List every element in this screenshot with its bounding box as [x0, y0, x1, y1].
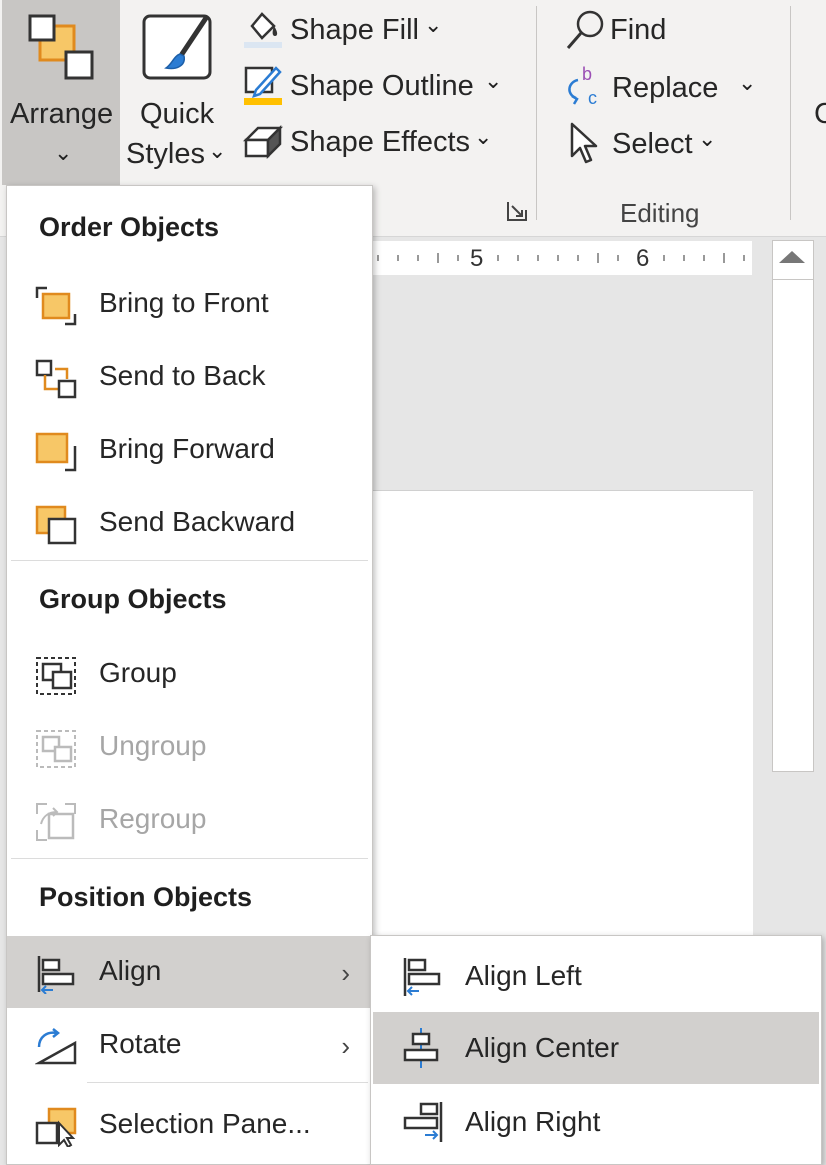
find-button[interactable]: Find	[560, 6, 700, 56]
align-left-item[interactable]: Align Left	[373, 940, 819, 1012]
ruler-ticks	[377, 253, 745, 263]
position-objects-header: Position Objects	[39, 882, 253, 912]
quick-styles-label-2: Styles	[126, 138, 205, 170]
align-left-label: Align Left	[465, 960, 582, 991]
arrange-menu: Order Objects Bring to Front Send to Bac…	[6, 185, 373, 1165]
replace-label: Replace	[612, 72, 719, 104]
cursor-arrow-icon	[570, 122, 598, 164]
align-center-label: Align Center	[465, 1032, 620, 1063]
align-left-icon	[403, 958, 441, 996]
bring-forward-item[interactable]: Bring Forward	[7, 414, 372, 486]
arrange-button[interactable]: Arrange ⌄	[2, 0, 120, 185]
bring-to-front-label: Bring to Front	[99, 287, 269, 318]
shape-effects-label: Shape Effects	[290, 126, 471, 158]
regroup-label: Regroup	[99, 803, 207, 834]
align-center-item[interactable]: Align Center	[373, 1012, 819, 1084]
group-item[interactable]: Group	[7, 638, 372, 710]
editing-group-label: Editing	[620, 198, 700, 228]
selection-pane-item[interactable]: Selection Pane...	[7, 1089, 372, 1161]
bring-to-front-icon	[35, 286, 77, 326]
quick-styles-icon	[142, 14, 212, 80]
send-to-back-icon	[35, 359, 77, 399]
cut-off-label: C	[814, 98, 826, 130]
shape-effects-icon	[242, 124, 284, 160]
chevron-right-icon: ›	[341, 958, 350, 988]
send-to-back-label: Send to Back	[99, 360, 266, 391]
arrange-label: Arrange	[10, 98, 114, 130]
regroup-icon	[36, 803, 76, 841]
group-icon	[36, 657, 76, 695]
shape-effects-button[interactable]: Shape Effects ⌄	[240, 120, 500, 168]
ruler-tick-label: 6	[636, 245, 650, 272]
group-divider	[790, 6, 791, 220]
align-right-item[interactable]: Align Right	[373, 1086, 819, 1158]
search-icon	[566, 10, 604, 49]
chevron-down-icon: ⌄	[54, 140, 73, 165]
horizontal-ruler: 5 6	[372, 241, 752, 275]
vertical-scrollbar[interactable]	[772, 240, 814, 772]
chevron-down-icon: ⌄	[208, 138, 227, 163]
chevron-right-icon: ›	[341, 1031, 350, 1061]
pen-outline-icon	[244, 66, 282, 105]
align-right-label: Align Right	[465, 1106, 601, 1137]
align-center-icon	[403, 1028, 439, 1068]
align-label: Align	[99, 955, 162, 986]
replace-icon: b c	[568, 64, 597, 108]
rotate-icon	[35, 1028, 77, 1065]
menu-separator	[11, 560, 368, 561]
align-item[interactable]: Align ›	[7, 936, 372, 1008]
paint-bucket-icon	[244, 12, 282, 48]
find-label: Find	[610, 14, 667, 46]
arrange-icon	[28, 14, 94, 80]
dialog-launcher-icon[interactable]	[506, 200, 528, 222]
scroll-track[interactable]	[773, 279, 813, 280]
selection-pane-label: Selection Pane...	[99, 1108, 311, 1139]
select-label: Select	[612, 128, 693, 160]
bring-forward-label: Bring Forward	[99, 433, 275, 464]
menu-separator	[11, 858, 368, 859]
send-backward-icon	[35, 505, 77, 545]
send-to-back-item[interactable]: Send to Back	[7, 341, 372, 413]
group-objects-header: Group Objects	[39, 584, 227, 614]
bring-to-front-item[interactable]: Bring to Front	[7, 268, 372, 340]
menu-separator	[87, 1082, 368, 1083]
shape-fill-label: Shape Fill	[290, 14, 419, 46]
quick-styles-button[interactable]: Quick Styles ⌄	[126, 0, 234, 185]
rotate-label: Rotate	[99, 1028, 182, 1059]
shape-outline-label: Shape Outline	[290, 70, 474, 102]
shape-fill-button[interactable]: Shape Fill ⌄	[240, 8, 450, 56]
regroup-item[interactable]: Regroup	[7, 784, 372, 856]
align-left-icon	[37, 956, 75, 994]
shape-outline-button[interactable]: Shape Outline ⌄	[240, 64, 510, 112]
svg-text:b: b	[582, 64, 592, 84]
quick-styles-label-1: Quick	[140, 98, 215, 130]
replace-button[interactable]: b c Replace ⌄	[560, 64, 760, 114]
chevron-down-icon: ⌄	[474, 124, 493, 149]
group-label: Group	[99, 657, 177, 688]
chevron-down-icon: ⌄	[424, 12, 443, 37]
chevron-down-icon: ⌄	[698, 126, 717, 151]
send-backward-item[interactable]: Send Backward	[7, 487, 372, 559]
order-objects-header: Order Objects	[39, 212, 220, 242]
group-divider	[536, 6, 537, 220]
send-backward-label: Send Backward	[99, 506, 296, 537]
scroll-up-icon[interactable]	[779, 251, 805, 263]
ungroup-icon	[36, 730, 76, 768]
select-button[interactable]: Select ⌄	[560, 120, 730, 170]
svg-text:c: c	[588, 88, 597, 108]
selection-pane-icon	[35, 1107, 77, 1147]
bring-forward-icon	[35, 432, 77, 472]
ruler-tick-label: 5	[470, 245, 484, 272]
chevron-down-icon: ⌄	[484, 68, 503, 93]
align-submenu: Align Left Align Center Align Right	[370, 935, 822, 1165]
ungroup-label: Ungroup	[99, 730, 207, 761]
chevron-down-icon: ⌄	[738, 70, 757, 95]
ungroup-item[interactable]: Ungroup	[7, 711, 372, 783]
rotate-item[interactable]: Rotate ›	[7, 1009, 372, 1081]
align-right-icon	[403, 1102, 443, 1142]
